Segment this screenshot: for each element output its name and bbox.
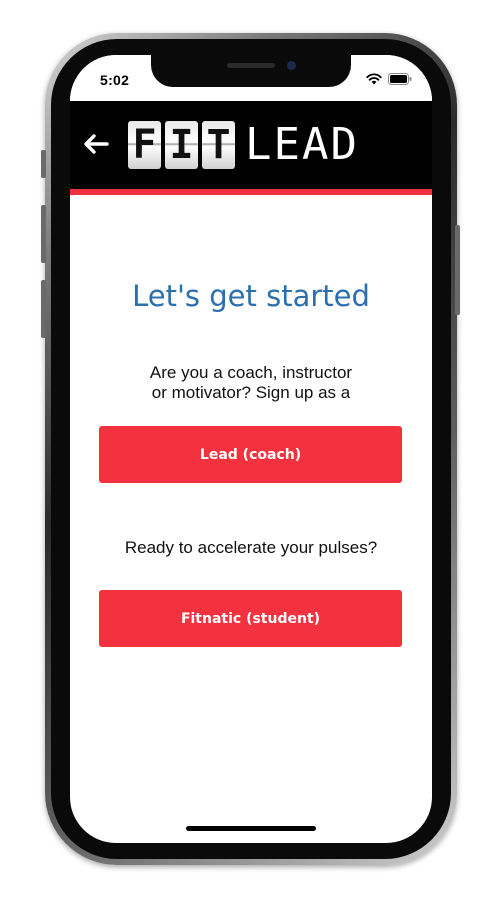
power-button — [455, 225, 460, 315]
camera-notch — [151, 55, 351, 87]
lead-coach-button[interactable]: Lead (coach) — [99, 426, 402, 483]
coach-prompt: Are you a coach, instructor or motivator… — [70, 363, 432, 403]
wifi-icon — [366, 73, 382, 85]
volume-down-button — [41, 280, 46, 338]
back-arrow-icon[interactable] — [80, 128, 112, 160]
app-screen: 5:02 F I T LEAD Let's get started Are yo… — [70, 55, 432, 843]
student-prompt: Ready to accelerate your pulses? — [124, 538, 378, 557]
app-header: F I T LEAD — [70, 101, 432, 189]
front-camera — [287, 61, 296, 70]
logo-tile-t: T — [202, 121, 235, 169]
header-accent-bar — [70, 189, 432, 195]
page-title: Let's get started — [132, 279, 370, 313]
fitnatic-student-button[interactable]: Fitnatic (student) — [99, 590, 402, 647]
coach-prompt-line-1: Are you a coach, instructor — [149, 363, 353, 382]
status-icons — [366, 73, 412, 85]
logo-tile-i: I — [165, 121, 198, 169]
mute-switch — [41, 150, 46, 178]
coach-prompt-line-2: or motivator? Sign up as a — [151, 383, 351, 402]
speaker-grille — [227, 63, 275, 68]
logo-tile-f: F — [128, 121, 161, 169]
status-time: 5:02 — [100, 72, 130, 88]
home-indicator[interactable] — [186, 826, 316, 831]
fitlead-logo: F I T LEAD — [128, 117, 359, 173]
battery-icon — [388, 73, 412, 85]
logo-word: LEAD — [245, 119, 359, 170]
volume-up-button — [41, 205, 46, 263]
